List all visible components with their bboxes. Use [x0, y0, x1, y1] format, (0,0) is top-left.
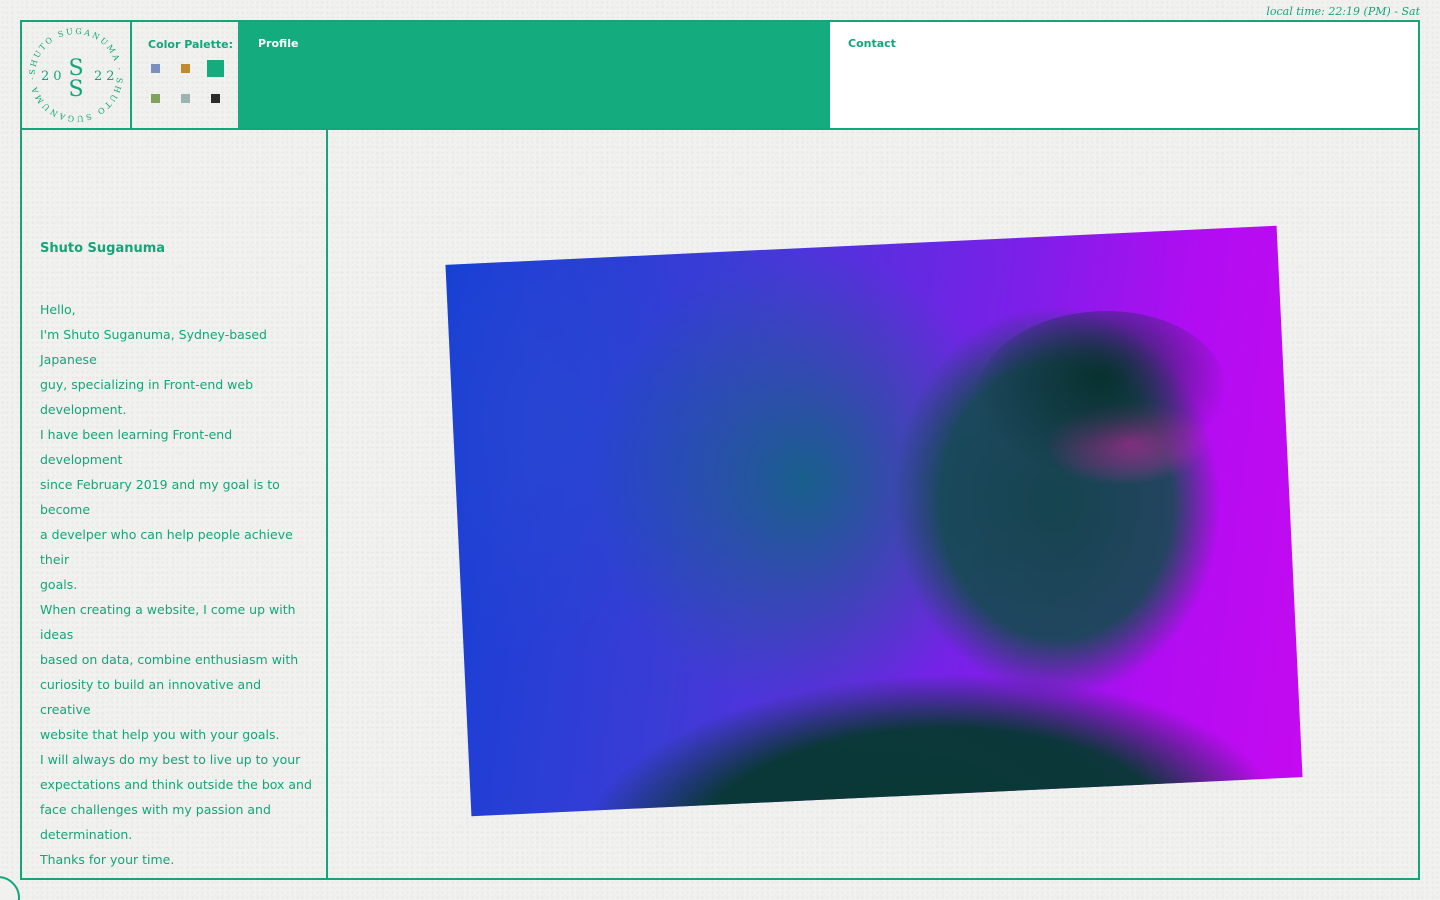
palette-swatch-blue[interactable] [151, 64, 160, 73]
logo-year-left: 20 [41, 69, 66, 84]
bio-paragraph: Thanks for your time. [40, 852, 175, 867]
color-palette: Color Palette: [132, 22, 238, 128]
portrait-photo [445, 225, 1303, 817]
bio-text: Hello, I'm Shuto Suganuma, Sydney-based … [40, 297, 314, 872]
bio-paragraph: I'm Shuto Suganuma, Sydney-based Japanes… [40, 327, 267, 417]
bio-paragraph: Hello, [40, 302, 76, 317]
nav-contact[interactable]: Contact [830, 22, 1418, 128]
portrait-hair-shade [972, 305, 1230, 483]
nav-profile[interactable]: Profile [238, 22, 830, 128]
nav-contact-label[interactable]: Contact [848, 37, 896, 50]
palette-swatch-black[interactable] [211, 94, 220, 103]
header: SHUTO SUGANUMA · SHUTO SUGANUMA · 20 22 … [22, 22, 1418, 130]
corner-circle-button[interactable] [0, 876, 20, 900]
palette-swatch-olive[interactable] [151, 94, 160, 103]
main-content [328, 130, 1418, 878]
logo[interactable]: SHUTO SUGANUMA · SHUTO SUGANUMA · 20 22 … [22, 22, 132, 128]
page-frame: SHUTO SUGANUMA · SHUTO SUGANUMA · 20 22 … [20, 20, 1420, 880]
palette-swatch-green[interactable] [207, 60, 224, 77]
person-name: Shuto Suganuma [40, 241, 166, 256]
bio-paragraph: When creating a website, I come up with … [40, 602, 299, 742]
local-time: local time: 22:19 (PM) - Sat [1266, 5, 1420, 18]
color-palette-title: Color Palette: [148, 38, 234, 51]
nav-profile-label[interactable]: Profile [258, 37, 298, 50]
logo-year-right: 22 [94, 69, 119, 84]
bio-paragraph: I have been learning Front-end developme… [40, 427, 293, 592]
profile-sidebar: Shuto Suganuma Hello, I'm Shuto Suganuma… [22, 130, 328, 878]
bio-paragraph: I will always do my best to live up to y… [40, 752, 312, 842]
palette-swatch-ochre[interactable] [181, 64, 190, 73]
palette-swatch-grey[interactable] [181, 94, 190, 103]
logo-emblem-icon: SHUTO SUGANUMA · SHUTO SUGANUMA · 20 22 … [28, 27, 122, 123]
logo-monogram-bottom: S [68, 77, 83, 102]
